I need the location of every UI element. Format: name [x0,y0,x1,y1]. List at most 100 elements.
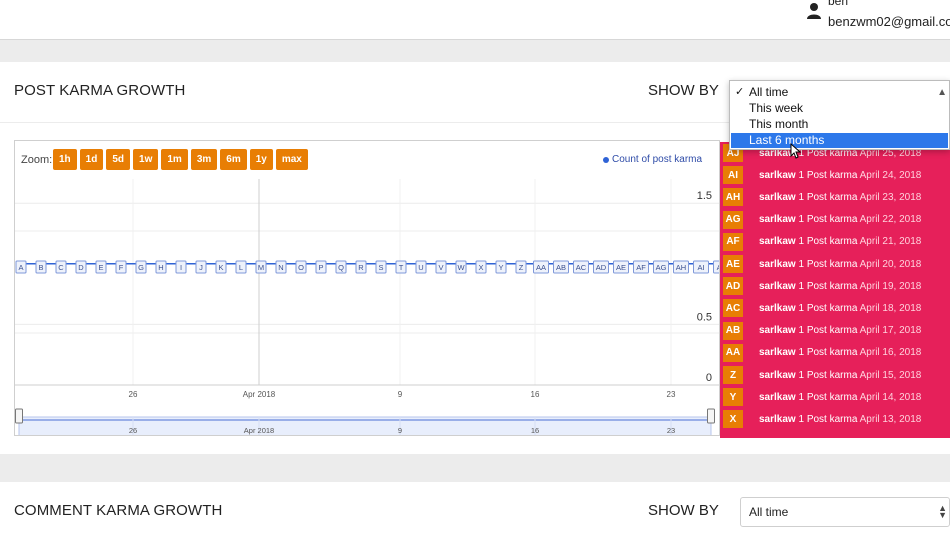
karma-entry[interactable]: AH sarlkaw 1 Post karma April 23, 2018 [720,187,950,207]
flag-label: AH [676,263,686,272]
karma-entry[interactable]: AI sarlkaw 1 Post karma April 24, 2018 [720,165,950,185]
user-name: ben [828,0,849,8]
user-email: benzwm02@gmail.com [828,14,950,29]
flag-label: AB [556,263,566,272]
entry-text: sarlkaw 1 Post karma April 17, 2018 [759,325,921,336]
comment-karma-show-by-select[interactable]: All time ▲ ▼ [740,497,950,527]
flag-label: B [38,263,43,272]
y-tick-label: 1.5 [697,190,712,202]
flag-label: U [418,263,423,272]
y-tick-label: 0 [706,372,712,384]
dropdown-option-label: Last 6 months [749,133,825,147]
entry-description: 1 Post karma [798,325,858,337]
karma-entry[interactable]: AB sarlkaw 1 Post karma April 17, 2018 [720,321,950,341]
entry-description: 1 Post karma [798,391,858,403]
karma-entry[interactable]: AF sarlkaw 1 Post karma April 21, 2018 [720,232,950,252]
karma-entry[interactable]: AC sarlkaw 1 Post karma April 18, 2018 [720,298,950,318]
flag-label: I [180,263,182,272]
entry-user: sarlkaw [759,191,796,203]
karma-entry[interactable]: AD sarlkaw 1 Post karma April 19, 2018 [720,276,950,296]
karma-entry[interactable]: AA sarlkaw 1 Post karma April 16, 2018 [720,343,950,363]
comment-karma-title: COMMENT KARMA GROWTH [14,502,223,519]
entry-text: sarlkaw 1 Post karma April 21, 2018 [759,236,921,247]
flag-label: Q [338,263,344,272]
entry-text: sarlkaw 1 Post karma April 22, 2018 [759,214,921,225]
navigator-tick-label: Apr 2018 [244,426,274,435]
entry-description: 1 Post karma [798,258,858,270]
flag-label: J [199,263,203,272]
flag-label: A [18,263,23,272]
flag-label: F [119,263,124,272]
entry-description: 1 Post karma [798,169,858,181]
flag-label: L [239,263,243,272]
dropdown-option-all-time[interactable]: ✓ All time [731,85,948,100]
x-tick-label: 23 [667,390,676,399]
post-karma-title: POST KARMA GROWTH [14,82,186,99]
flag-label: AD [596,263,607,272]
karma-entries-panel[interactable]: AJ sarlkaw 1 Post karma April 25, 2018 AI s… [720,142,950,438]
karma-entry[interactable]: Xsarlkaw 1 Post karma April 13, 2018 [720,409,950,429]
flag-label: H [158,263,163,272]
dropdown-option-last-6-months[interactable]: Last 6 months [731,133,948,148]
checkmark-icon: ✓ [735,86,745,98]
chart-plot-area[interactable]: 00.51.5A B C D E F G H I J K L M N O P Q R S T U V W X Y Z AA AB AC A… [15,141,720,436]
entry-text: sarlkaw 1 Post karma April 23, 2018 [759,192,921,203]
dropdown-option-this-month[interactable]: This month [731,117,948,132]
comment-karma-show-by-label: SHOW BY [648,502,719,519]
entry-badge: AD [723,277,743,296]
entry-text: sarlkaw 1 Post karma April 15, 2018 [759,370,921,381]
navigator-tick-label: 26 [129,426,137,435]
flag-label: V [438,263,443,272]
entry-description: 1 Post karma [798,280,858,292]
entry-user: sarlkaw [759,325,796,337]
flag-label: P [318,263,323,272]
x-tick-label: 16 [531,390,540,399]
flag-label: O [298,263,304,272]
karma-entry[interactable]: AE sarlkaw 1 Post karma April 20, 2018 [720,254,950,274]
entry-date: April 16, 2018 [859,347,922,359]
entry-description: 1 Post karma [798,347,858,359]
flag-label: E [98,263,103,272]
navigator-handle[interactable] [707,408,715,424]
mouse-cursor-icon [790,143,802,159]
flag-label: R [358,263,364,272]
entry-text: sarlkaw 1 Post karma April 13, 2018 [759,414,921,425]
entry-badge: X [723,410,743,429]
entry-date: April 17, 2018 [859,325,922,337]
entry-user: sarlkaw [759,413,796,425]
user-icon [807,3,821,19]
navigator-tick-label: 9 [398,426,402,435]
entry-badge: AF [723,232,743,251]
entry-date: April 20, 2018 [859,258,922,270]
karma-entry[interactable]: AG sarlkaw 1 Post karma April 22, 2018 [720,210,950,230]
entry-date: April 24, 2018 [859,169,922,181]
karma-entry[interactable]: Zsarlkaw 1 Post karma April 15, 2018 [720,365,950,385]
flag-label: AE [616,263,626,272]
select-value: All time [749,505,789,519]
flag-label: D [78,263,84,272]
entry-user: sarlkaw [759,169,796,181]
entry-user: sarlkaw [759,280,796,292]
entry-date: April 13, 2018 [859,413,922,425]
select-arrows-icon: ▲ ▼ [938,503,947,520]
user-menu[interactable]: ben benzwm02@gmail.com [800,0,950,34]
navigator-handle[interactable] [15,408,23,424]
dropdown-option-this-week[interactable]: This week [731,101,948,116]
entry-description: 1 Post karma [798,214,858,226]
entry-text: sarlkaw 1 Post karma April 18, 2018 [759,303,921,314]
navigator-tick-label: 16 [531,426,539,435]
flag-label: Y [498,263,503,272]
entry-date: April 22, 2018 [859,214,922,226]
flag-label: C [58,263,64,272]
flag-label: Z [519,263,524,272]
entry-badge: AG [723,210,743,229]
dropdown-option-label: All time [749,85,789,99]
entry-text: sarlkaw 1 Post karma April 16, 2018 [759,347,921,358]
show-by-dropdown-menu[interactable]: ▲ ✓ All time This week This month Last 6 mon… [729,80,950,150]
x-tick-label: Apr 2018 [243,390,276,399]
y-tick-label: 0.5 [697,311,712,323]
karma-entry[interactable]: Ysarlkaw 1 Post karma April 14, 2018 [720,387,950,407]
entry-date: April 19, 2018 [859,280,922,292]
entry-text: sarlkaw 1 Post karma April 19, 2018 [759,281,921,292]
entry-badge: Z [723,366,743,384]
